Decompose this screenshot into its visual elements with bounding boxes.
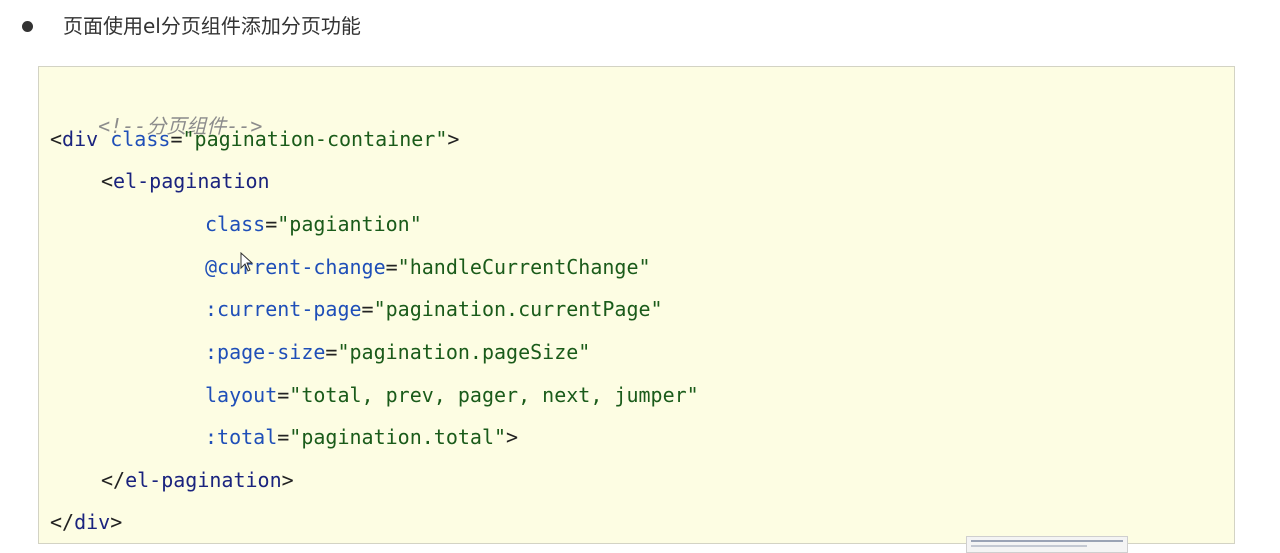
code-punc: = <box>325 340 338 364</box>
code-line-attr-page-size: :page-size="pagination.pageSize" <box>205 337 590 367</box>
code-attr-value: "total, prev, pager, next, jumper" <box>289 383 699 407</box>
code-punc: > <box>281 468 294 492</box>
code-punc: > <box>506 425 519 449</box>
code-attr-value: "pagination-container" <box>182 127 448 151</box>
code-punc: </ <box>50 510 75 534</box>
code-attr-value: "pagination.currentPage" <box>373 297 663 321</box>
code-punc: = <box>170 127 183 151</box>
code-attr-name: :current-page <box>205 297 362 321</box>
code-attr-name: class <box>205 212 266 236</box>
code-line-attr-current-change: @current-change="handleCurrentChange" <box>205 252 651 282</box>
code-punc: < <box>50 127 63 151</box>
code-punc: = <box>265 212 278 236</box>
code-attr-name: :total <box>205 425 278 449</box>
bullet-text: 页面使用el分页组件添加分页功能 <box>63 14 361 38</box>
code-block: <!--分页组件--> <div class="pagination-conta… <box>38 66 1235 544</box>
code-tag: el-pagination <box>113 169 270 193</box>
code-attr-value: "handleCurrentChange" <box>397 255 651 279</box>
bullet-item: 页面使用el分页组件添加分页功能 <box>22 12 361 40</box>
window-thumbnail[interactable] <box>966 536 1128 553</box>
code-line-attr-class: class="pagiantion" <box>205 209 422 239</box>
code-line-pagination-close: </el-pagination> <box>101 465 294 495</box>
code-line-div-open: <div class="pagination-container"> <box>50 124 459 154</box>
bullet-dot-icon <box>22 20 33 32</box>
code-line-attr-total: :total="pagination.total"> <box>205 422 518 452</box>
code-punc: </ <box>101 468 126 492</box>
code-punc: = <box>361 297 374 321</box>
code-tag: el-pagination <box>125 468 282 492</box>
code-line-comment: <!--分页组件--> <box>50 81 262 138</box>
code-line-attr-current-page: :current-page="pagination.currentPage" <box>205 294 663 324</box>
code-line-div-close: </div> <box>50 507 122 537</box>
code-tag: div <box>74 510 111 534</box>
code-attr-name: class <box>110 127 171 151</box>
code-punc: = <box>385 255 398 279</box>
code-tag: div <box>62 127 99 151</box>
code-attr-name: @current-change <box>205 255 386 279</box>
code-punc: = <box>277 425 290 449</box>
code-attr-name: layout <box>205 383 278 407</box>
code-line-attr-layout: layout="total, prev, pager, next, jumper… <box>205 380 699 410</box>
code-punc: > <box>110 510 123 534</box>
code-punc: = <box>277 383 290 407</box>
mouse-cursor-icon <box>240 252 254 272</box>
code-punc: < <box>101 169 114 193</box>
code-punc: > <box>447 127 460 151</box>
code-attr-value: "pagination.pageSize" <box>337 340 591 364</box>
code-line-pagination-open: <el-pagination <box>101 166 270 196</box>
code-attr-value: "pagination.total" <box>289 425 507 449</box>
code-attr-name: :page-size <box>205 340 326 364</box>
code-attr-value: "pagiantion" <box>277 212 422 236</box>
